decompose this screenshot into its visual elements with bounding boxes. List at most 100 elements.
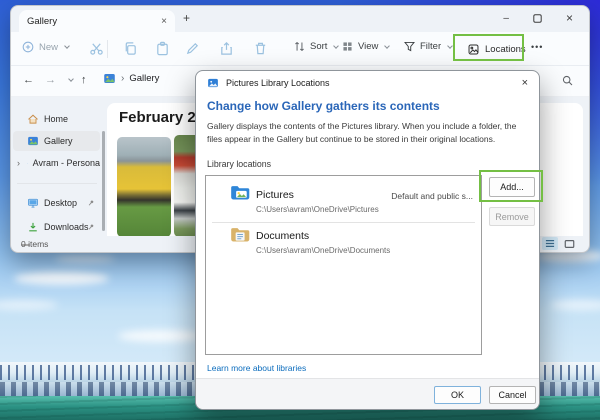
dialog-heading: Change how Gallery gathers its contents [207, 99, 440, 113]
remove-button: Remove [489, 207, 535, 226]
paste-icon [155, 41, 170, 56]
sidebar-divider [17, 183, 97, 184]
cancel-button[interactable]: Cancel [489, 386, 536, 404]
cloud [118, 330, 203, 342]
location-name: Documents [256, 230, 309, 242]
maximize-icon [533, 14, 542, 23]
thumbnail-view-toggle[interactable] [561, 237, 577, 250]
details-view-icon [545, 239, 555, 248]
cloud [14, 272, 109, 285]
filter-button[interactable]: Filter [403, 40, 452, 53]
paste-button[interactable] [155, 41, 170, 56]
share-icon [219, 41, 234, 56]
chevron-down-icon [64, 43, 70, 49]
copy-button[interactable] [123, 41, 138, 56]
sidebar-item-downloads[interactable]: Downloads [13, 217, 100, 237]
pin-icon [87, 199, 95, 207]
dialog-description: Gallery displays the contents of the Pic… [207, 120, 529, 146]
share-button[interactable] [219, 41, 234, 56]
pictures-library-icon [207, 77, 219, 89]
items-count: 0 items [21, 239, 48, 249]
new-button-label: New [39, 42, 58, 53]
onedrive-cloud-icon [27, 157, 28, 170]
sidebar-item-label: Home [44, 114, 68, 124]
sidebar-item-label: Desktop [44, 198, 77, 208]
new-plus-icon [21, 40, 35, 54]
sort-icon [293, 40, 306, 53]
dialog-footer: OK Cancel [196, 378, 539, 409]
sidebar-item-label: Avram - Persona [33, 158, 100, 168]
see-more-button[interactable]: ••• [531, 42, 543, 52]
forward-button[interactable]: → [45, 74, 56, 86]
sort-button[interactable]: Sort [293, 40, 338, 53]
close-button[interactable]: × [566, 11, 573, 25]
desktop-icon [27, 197, 39, 209]
filter-funnel-icon [403, 40, 416, 53]
view-button[interactable]: View [341, 40, 389, 53]
sidebar-item-label: Gallery [44, 136, 73, 146]
library-locations-list[interactable]: Pictures Default and public s... C:\User… [205, 175, 482, 355]
rename-icon [185, 41, 200, 56]
location-path: C:\Users\avram\OneDrive\Pictures [256, 205, 379, 214]
dialog-title: Pictures Library Locations [226, 78, 515, 88]
library-locations-label: Library locations [207, 159, 271, 169]
details-view-toggle[interactable] [542, 237, 558, 250]
sidebar-item-home[interactable]: Home [13, 109, 100, 129]
maximize-button[interactable] [533, 14, 542, 23]
trash-icon [253, 41, 268, 56]
cloud [55, 255, 115, 263]
photo-thumbnail[interactable] [117, 137, 171, 236]
highlight-box-add [479, 170, 543, 202]
delete-button[interactable] [253, 41, 268, 56]
sidebar-item-gallery[interactable]: Gallery [13, 131, 100, 151]
downloads-icon [27, 221, 39, 233]
sort-button-label: Sort [310, 41, 327, 52]
dialog-title-bar: Pictures Library Locations × [196, 71, 539, 95]
copy-icon [123, 41, 138, 56]
search-button[interactable] [561, 74, 574, 87]
sidebar-scrollbar[interactable] [102, 131, 105, 231]
tab-title: Gallery [27, 16, 161, 27]
expander-chevron-icon[interactable]: › [17, 158, 20, 168]
breadcrumb[interactable]: › Gallery [103, 72, 159, 85]
tab-gallery[interactable]: Gallery × [19, 10, 175, 32]
rename-button[interactable] [185, 41, 200, 56]
chevron-down-icon [334, 43, 340, 49]
cloud [0, 300, 58, 310]
learn-more-link[interactable]: Learn more about libraries [207, 363, 306, 373]
location-path: C:\Users\avram\OneDrive\Documents [256, 246, 390, 255]
search-icon [561, 74, 574, 87]
list-divider [212, 222, 475, 223]
history-chevron-icon[interactable] [68, 76, 74, 82]
pin-icon [87, 223, 95, 231]
new-tab-button[interactable]: + [183, 11, 190, 25]
sidebar-item-label: Downloads [44, 222, 89, 232]
pictures-folder-icon [230, 184, 250, 201]
thumbnail-view-icon [564, 239, 575, 249]
cloud [550, 300, 600, 310]
up-button[interactable]: ↑ [81, 74, 87, 86]
documents-folder-icon [230, 226, 250, 243]
cut-icon [89, 41, 104, 56]
home-icon [27, 113, 39, 125]
location-note: Default and public s... [391, 191, 473, 201]
pictures-library-locations-dialog: Pictures Library Locations × Change how … [195, 70, 540, 410]
minimize-button[interactable]: – [503, 13, 509, 24]
sidebar-item-onedrive[interactable]: › Avram - Persona [13, 153, 100, 173]
view-icon [341, 40, 354, 53]
gallery-icon [103, 72, 116, 85]
tab-close-icon[interactable]: × [161, 16, 167, 27]
ok-button[interactable]: OK [434, 386, 481, 404]
new-button[interactable]: New [21, 40, 69, 54]
chevron-down-icon [385, 43, 391, 49]
view-button-label: View [358, 41, 378, 52]
dialog-close-button[interactable]: × [522, 77, 528, 89]
gallery-icon [27, 135, 39, 147]
back-button[interactable]: ← [23, 74, 34, 86]
cut-button[interactable] [89, 41, 104, 56]
highlight-box-locations [453, 34, 524, 61]
sidebar-item-desktop[interactable]: Desktop [13, 193, 100, 213]
navigation-pane: Home Gallery › Avram - Persona Desktop [11, 97, 103, 236]
filter-button-label: Filter [420, 41, 441, 52]
desktop: Gallery × + – × New [0, 0, 600, 420]
